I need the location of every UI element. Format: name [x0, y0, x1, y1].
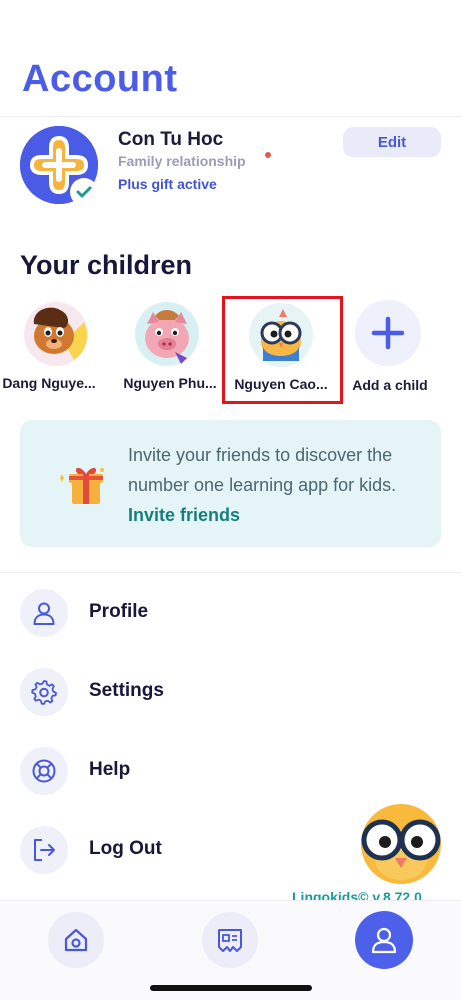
add-child-button[interactable] [355, 300, 421, 366]
mascot-owl-icon[interactable] [358, 800, 444, 893]
gear-icon [20, 668, 68, 716]
pig-character-icon [135, 302, 199, 366]
tab-parents[interactable] [202, 912, 258, 968]
child-avatar [135, 302, 199, 366]
edit-button[interactable]: Edit [343, 127, 441, 157]
child-card-selected[interactable]: Nguyen Cao... [222, 296, 343, 404]
account-name: Con Tu Hoc [118, 129, 224, 150]
child-name: Nguyen Phu... [123, 375, 217, 391]
tab-account[interactable] [355, 911, 413, 969]
child-avatar [249, 303, 313, 367]
gift-icon [58, 460, 108, 515]
child-name: Dang Nguye... [2, 375, 96, 391]
plus-icon [371, 316, 405, 350]
tab-home[interactable] [48, 912, 104, 968]
page-title: Account [22, 58, 178, 100]
notification-dot [265, 152, 271, 158]
news-card-icon [218, 929, 242, 952]
dog-character-icon [24, 302, 88, 366]
person-icon [371, 927, 397, 954]
home-icon [64, 928, 88, 952]
person-icon [20, 589, 68, 637]
children-section-title: Your children [20, 250, 193, 280]
invite-text: Invite your friends to discover the numb… [128, 440, 428, 530]
child-card[interactable]: Dang Nguye... [0, 296, 108, 394]
verified-check-icon [70, 178, 98, 206]
invite-banner[interactable]: Invite your friends to discover the numb… [20, 420, 441, 547]
home-indicator [150, 985, 312, 991]
divider [0, 116, 461, 117]
menu-item-label: Help [89, 759, 131, 780]
family-relationship-label[interactable]: Family relationship [118, 153, 246, 169]
child-card[interactable]: Nguyen Phu... [111, 296, 229, 394]
invite-message: Invite your friends to discover the numb… [128, 445, 397, 495]
divider [0, 572, 461, 573]
menu-item-help[interactable]: Help [0, 741, 461, 801]
child-name: Nguyen Cao... [234, 376, 328, 392]
menu-item-label: Log Out [89, 838, 162, 859]
child-avatar [24, 302, 88, 366]
plan-status: Plus gift active [118, 176, 217, 192]
add-child-label[interactable]: Add a child [340, 377, 440, 393]
menu-item-profile[interactable]: Profile [0, 583, 461, 643]
menu-item-label: Settings [89, 680, 164, 701]
menu-item-settings[interactable]: Settings [0, 662, 461, 722]
lifebuoy-icon [20, 747, 68, 795]
logout-icon [20, 826, 68, 874]
owl-character-icon [249, 303, 313, 367]
menu-item-label: Profile [89, 601, 149, 622]
invite-friends-link[interactable]: Invite friends [128, 505, 240, 525]
